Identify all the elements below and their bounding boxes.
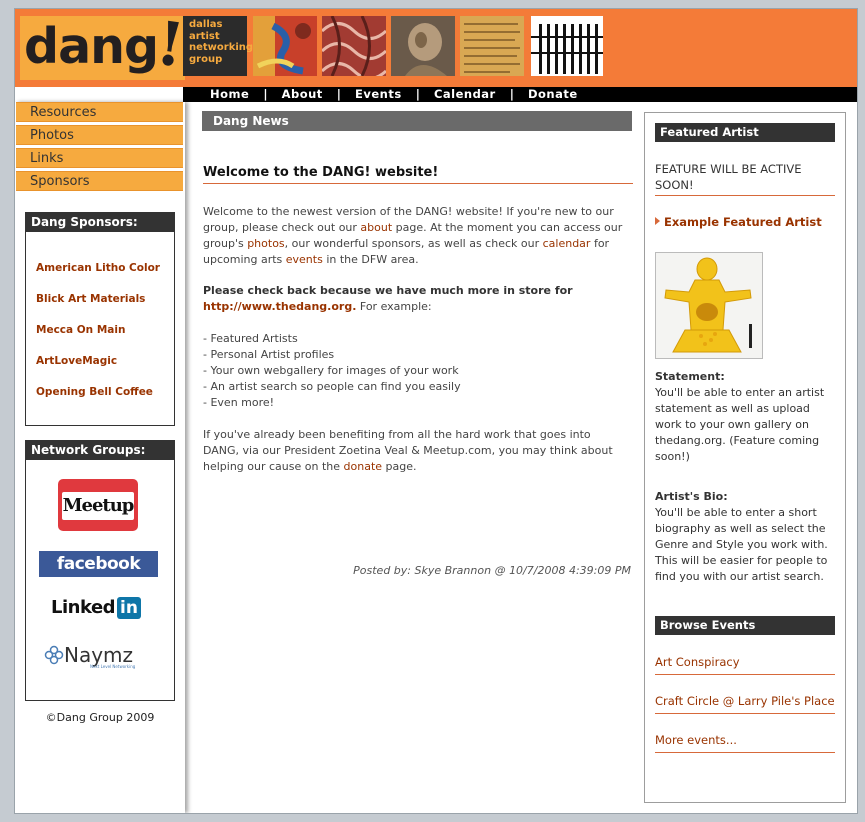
nav-separator: | bbox=[509, 87, 514, 101]
post-title: Welcome to the DANG! website! bbox=[203, 165, 633, 184]
right-sidebar: Featured Artist FEATURE WILL BE ACTIVE S… bbox=[644, 112, 846, 803]
feature-notice: FEATURE WILL BE ACTIVE SOON! bbox=[655, 162, 802, 192]
bio-text: You'll be able to enter a short biograph… bbox=[655, 506, 828, 583]
artwork-thumbnail-sculpture bbox=[391, 16, 455, 76]
bio-label: Artist's Bio: bbox=[655, 490, 728, 503]
statement-text: You'll be able to enter an artist statem… bbox=[655, 386, 825, 463]
meetup-logo[interactable]: Meetup bbox=[58, 479, 138, 531]
sponsors-title: Dang Sponsors: bbox=[26, 213, 174, 232]
sidebar-item-resources[interactable]: Resources bbox=[16, 102, 183, 122]
list-item: - Your own webgallery for images of your… bbox=[203, 364, 459, 377]
browse-events-title: Browse Events bbox=[655, 616, 835, 635]
section-title: Dang News bbox=[202, 111, 632, 131]
network-groups-box: Network Groups: Meetup facebook Linked in bbox=[25, 440, 175, 701]
nav-about-link[interactable]: About bbox=[282, 87, 323, 102]
check-back-paragraph: Please check back because we have much m… bbox=[203, 283, 628, 315]
facebook-logo[interactable]: facebook bbox=[39, 551, 158, 577]
sponsor-link[interactable]: Mecca On Main bbox=[36, 324, 125, 336]
linkedin-logo[interactable]: Linked in bbox=[51, 597, 161, 623]
sidebar-item-photos[interactable]: Photos bbox=[16, 125, 183, 145]
linkedin-in-badge: in bbox=[117, 597, 141, 619]
list-item: - An artist search so people can find yo… bbox=[203, 380, 461, 393]
nav-separator: | bbox=[263, 87, 268, 101]
support-text: page. bbox=[382, 460, 417, 473]
intro-text: in the DFW area. bbox=[322, 253, 419, 266]
example-link-text: Example Featured Artist bbox=[664, 215, 822, 229]
events-link[interactable]: events bbox=[286, 253, 323, 266]
tagline-line: artist bbox=[189, 30, 220, 42]
network-groups-title: Network Groups: bbox=[26, 441, 174, 460]
calendar-link[interactable]: calendar bbox=[543, 237, 591, 250]
about-link[interactable]: about bbox=[360, 221, 392, 234]
donate-link[interactable]: donate bbox=[344, 460, 383, 473]
statement-label: Statement: bbox=[655, 370, 725, 383]
sponsor-link[interactable]: American Litho Color bbox=[36, 262, 160, 274]
page-frame: dang ! dallas artist networking group Ho… bbox=[14, 8, 858, 814]
divider bbox=[655, 674, 835, 675]
check-back-rest: For example: bbox=[356, 300, 432, 313]
sidebar-item-links[interactable]: Links bbox=[16, 148, 183, 168]
tagline: dallas artist networking group bbox=[183, 16, 254, 76]
naymz-tagline: Next Level Networking bbox=[90, 664, 136, 669]
nav-separator: | bbox=[336, 87, 341, 101]
list-item: - Featured Artists bbox=[203, 332, 298, 345]
intro-text: , our wonderful sponsors, as well as che… bbox=[284, 237, 543, 250]
photos-link[interactable]: photos bbox=[247, 237, 284, 250]
artwork-thumbnail-abstract bbox=[253, 16, 317, 76]
naymz-logo[interactable]: Naymz Next Level Networking bbox=[44, 643, 159, 673]
copyright: ©Dang Group 2009 bbox=[45, 711, 155, 724]
divider bbox=[655, 195, 835, 196]
posted-by: Posted by: Skye Brannon @ 10/7/2008 4:39… bbox=[353, 564, 631, 577]
left-sidebar: Resources Photos Links Sponsors Dang Spo… bbox=[15, 102, 185, 813]
more-events-link[interactable]: More events... bbox=[655, 733, 737, 747]
tagline-line: dallas bbox=[189, 19, 223, 30]
example-featured-artist-link[interactable]: Example Featured Artist bbox=[655, 215, 822, 229]
artwork-thumbnail-pattern bbox=[322, 16, 386, 76]
check-back-text: Please check back because we have much m… bbox=[203, 284, 573, 297]
list-item: - Even more! bbox=[203, 396, 275, 409]
feature-list: - Featured Artists - Personal Artist pro… bbox=[203, 331, 628, 411]
list-item: - Personal Artist profiles bbox=[203, 348, 335, 361]
event-link[interactable]: Craft Circle @ Larry Pile's Place bbox=[655, 694, 835, 708]
featured-artwork-image[interactable] bbox=[655, 252, 763, 359]
nav-calendar-link[interactable]: Calendar bbox=[434, 87, 496, 102]
sponsor-link[interactable]: Opening Bell Coffee bbox=[36, 386, 153, 398]
tagline-line: group bbox=[189, 53, 223, 65]
naymz-flower-icon bbox=[44, 645, 64, 665]
site-header: dang ! dallas artist networking group bbox=[15, 9, 857, 87]
top-nav: Home | About | Events | Calendar | Donat… bbox=[183, 87, 857, 102]
sponsor-link[interactable]: Blick Art Materials bbox=[36, 293, 145, 305]
nav-home-link[interactable]: Home bbox=[210, 87, 249, 102]
event-link[interactable]: Art Conspiracy bbox=[655, 655, 740, 669]
artwork-thumbnail-script bbox=[460, 16, 524, 76]
linkedin-logo-text: Linked bbox=[51, 597, 116, 618]
divider bbox=[655, 713, 835, 714]
facebook-logo-text: facebook bbox=[56, 554, 141, 574]
thedang-link[interactable]: http://www.thedang.org. bbox=[203, 300, 356, 313]
intro-paragraph: Welcome to the newest version of the DAN… bbox=[203, 204, 628, 268]
sponsor-link[interactable]: ArtLoveMagic bbox=[36, 355, 117, 367]
support-paragraph: If you've already been benefiting from a… bbox=[203, 427, 628, 475]
meetup-logo-text: Meetup bbox=[62, 492, 134, 520]
sponsors-box: Dang Sponsors: American Litho Color Blic… bbox=[25, 212, 175, 426]
sidebar-item-sponsors[interactable]: Sponsors bbox=[16, 171, 183, 191]
logo-text: dang bbox=[24, 18, 159, 75]
nav-events-link[interactable]: Events bbox=[355, 87, 402, 102]
nav-separator: | bbox=[415, 87, 420, 101]
divider bbox=[655, 752, 835, 753]
artwork-thumbnail-bw bbox=[531, 16, 603, 76]
site-logo[interactable]: dang ! bbox=[20, 9, 188, 81]
nav-donate-link[interactable]: Donate bbox=[528, 87, 578, 102]
featured-artist-title: Featured Artist bbox=[655, 123, 835, 142]
arrow-right-icon bbox=[655, 217, 660, 225]
tagline-line: networking bbox=[189, 42, 254, 53]
